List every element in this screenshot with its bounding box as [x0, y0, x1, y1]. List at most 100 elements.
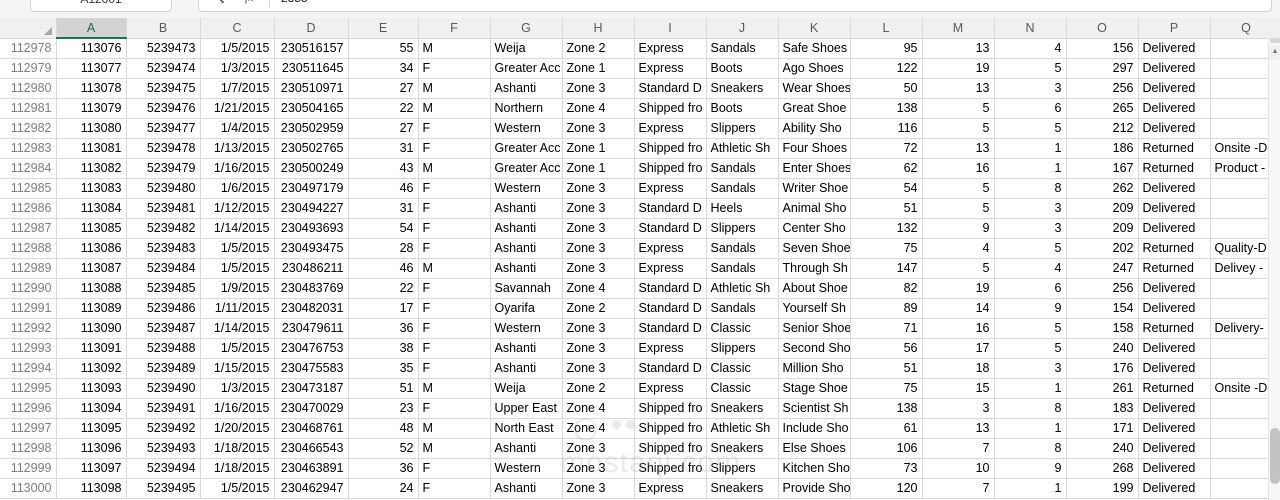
cell-C112987[interactable]: 1/14/2015	[200, 218, 275, 239]
cell-K112993[interactable]: Second Sho	[778, 338, 851, 359]
table-row[interactable]: 112981 113079 5239476 1/21/2015 230504165 22 M…	[0, 98, 1280, 119]
cell-H112978[interactable]: Zone 2	[562, 38, 635, 59]
cell-P112980[interactable]: Delivered	[1138, 78, 1211, 99]
cell-B112982[interactable]: 5239477	[126, 118, 201, 139]
cell-J112993[interactable]: Slippers	[706, 338, 779, 359]
cell-H112987[interactable]: Zone 3	[562, 218, 635, 239]
cell-L112990[interactable]: 82	[850, 278, 923, 299]
column-header-d[interactable]: D	[274, 18, 349, 39]
cell-M112991[interactable]: 14	[922, 298, 995, 319]
cell-F112988[interactable]: F	[418, 238, 491, 259]
cell-N112998[interactable]: 8	[994, 438, 1067, 459]
cell-C112991[interactable]: 1/11/2015	[200, 298, 275, 319]
cell-F112978[interactable]: M	[418, 38, 491, 59]
cell-D112996[interactable]: 230470029	[274, 398, 349, 419]
cell-G112990[interactable]: Savannah	[490, 278, 563, 299]
cell-I113000[interactable]: Express	[634, 478, 707, 499]
cell-E112978[interactable]: 55	[348, 38, 419, 59]
column-header-o[interactable]: O	[1066, 18, 1139, 39]
cell-F112996[interactable]: F	[418, 398, 491, 419]
cell-O112989[interactable]: 247	[1066, 258, 1139, 279]
cell-D112986[interactable]: 230494227	[274, 198, 349, 219]
cell-O112996[interactable]: 183	[1066, 398, 1139, 419]
table-row[interactable]: 112999 113097 5239494 1/18/2015 230463891 36 F…	[0, 458, 1280, 479]
cell-K113000[interactable]: Provide Sho	[778, 478, 851, 499]
cell-D112979[interactable]: 230511645	[274, 58, 349, 79]
cell-E112999[interactable]: 36	[348, 458, 419, 479]
cell-D112987[interactable]: 230493693	[274, 218, 349, 239]
row-header[interactable]: 113000	[0, 478, 57, 499]
cell-I112988[interactable]: Express	[634, 238, 707, 259]
cell-P112994[interactable]: Delivered	[1138, 358, 1211, 379]
cell-J112979[interactable]: Boots	[706, 58, 779, 79]
cell-C112984[interactable]: 1/16/2015	[200, 158, 275, 179]
cell-J112985[interactable]: Sandals	[706, 178, 779, 199]
cell-M112989[interactable]: 5	[922, 258, 995, 279]
cell-B112985[interactable]: 5239480	[126, 178, 201, 199]
cell-L112993[interactable]: 56	[850, 338, 923, 359]
cell-N112989[interactable]: 4	[994, 258, 1067, 279]
cell-I112995[interactable]: Express	[634, 378, 707, 399]
cell-B112990[interactable]: 5239485	[126, 278, 201, 299]
table-row[interactable]: 112982 113080 5239477 1/4/2015 230502959 27 F W…	[0, 118, 1280, 139]
cell-G112978[interactable]: Weija	[490, 38, 563, 59]
cell-A112995[interactable]: 113093	[56, 378, 127, 399]
column-header-m[interactable]: M	[922, 18, 995, 39]
cell-K112995[interactable]: Stage Shoe	[778, 378, 851, 399]
cell-D112994[interactable]: 230475583	[274, 358, 349, 379]
cell-D112999[interactable]: 230463891	[274, 458, 349, 479]
cell-C112979[interactable]: 1/3/2015	[200, 58, 275, 79]
cell-N112993[interactable]: 5	[994, 338, 1067, 359]
cell-K112985[interactable]: Writer Shoe	[778, 178, 851, 199]
cell-B112991[interactable]: 5239486	[126, 298, 201, 319]
cell-J112991[interactable]: Sandals	[706, 298, 779, 319]
cell-I112978[interactable]: Express	[634, 38, 707, 59]
cell-J112982[interactable]: Slippers	[706, 118, 779, 139]
cell-F112997[interactable]: M	[418, 418, 491, 439]
cell-J112988[interactable]: Sandals	[706, 238, 779, 259]
cell-P112998[interactable]: Delivered	[1138, 438, 1211, 459]
cell-P112982[interactable]: Delivered	[1138, 118, 1211, 139]
cell-F112986[interactable]: F	[418, 198, 491, 219]
cell-G112986[interactable]: Ashanti	[490, 198, 563, 219]
cell-N112983[interactable]: 1	[994, 138, 1067, 159]
cell-F112989[interactable]: M	[418, 258, 491, 279]
table-row[interactable]: 112994 113092 5239489 1/15/2015 230475583 35 F…	[0, 358, 1280, 379]
cell-G112988[interactable]: Ashanti	[490, 238, 563, 259]
cell-O112990[interactable]: 256	[1066, 278, 1139, 299]
table-row[interactable]: 112979 113077 5239474 1/3/2015 230511645 34 F G…	[0, 58, 1280, 79]
cell-G112979[interactable]: Greater Acc	[490, 58, 563, 79]
cell-J112996[interactable]: Sneakers	[706, 398, 779, 419]
cell-H112989[interactable]: Zone 3	[562, 258, 635, 279]
cell-N112991[interactable]: 9	[994, 298, 1067, 319]
cell-E112979[interactable]: 34	[348, 58, 419, 79]
cell-M112988[interactable]: 4	[922, 238, 995, 259]
cell-F112979[interactable]: F	[418, 58, 491, 79]
cell-C112978[interactable]: 1/5/2015	[200, 38, 275, 59]
cell-M112985[interactable]: 5	[922, 178, 995, 199]
cell-N113000[interactable]: 1	[994, 478, 1067, 499]
cell-N112990[interactable]: 6	[994, 278, 1067, 299]
cell-E112995[interactable]: 51	[348, 378, 419, 399]
cell-K112997[interactable]: Include Sho	[778, 418, 851, 439]
cell-H112984[interactable]: Zone 1	[562, 158, 635, 179]
column-header-l[interactable]: L	[850, 18, 923, 39]
cell-E112981[interactable]: 22	[348, 98, 419, 119]
cell-B112980[interactable]: 5239475	[126, 78, 201, 99]
cell-P112987[interactable]: Delivered	[1138, 218, 1211, 239]
cell-P112991[interactable]: Delivered	[1138, 298, 1211, 319]
table-row[interactable]: 112980 113078 5239475 1/7/2015 230510971 27 M A…	[0, 78, 1280, 99]
cell-J112989[interactable]: Sandals	[706, 258, 779, 279]
cell-O112981[interactable]: 265	[1066, 98, 1139, 119]
cell-J112987[interactable]: Slippers	[706, 218, 779, 239]
cell-N112986[interactable]: 3	[994, 198, 1067, 219]
cell-M112995[interactable]: 15	[922, 378, 995, 399]
row-header[interactable]: 112988	[0, 238, 57, 259]
cell-M112981[interactable]: 5	[922, 98, 995, 119]
cell-L112994[interactable]: 51	[850, 358, 923, 379]
cell-B112994[interactable]: 5239489	[126, 358, 201, 379]
row-header[interactable]: 112986	[0, 198, 57, 219]
cell-A112983[interactable]: 113081	[56, 138, 127, 159]
cell-D112982[interactable]: 230502959	[274, 118, 349, 139]
row-header[interactable]: 112982	[0, 118, 57, 139]
